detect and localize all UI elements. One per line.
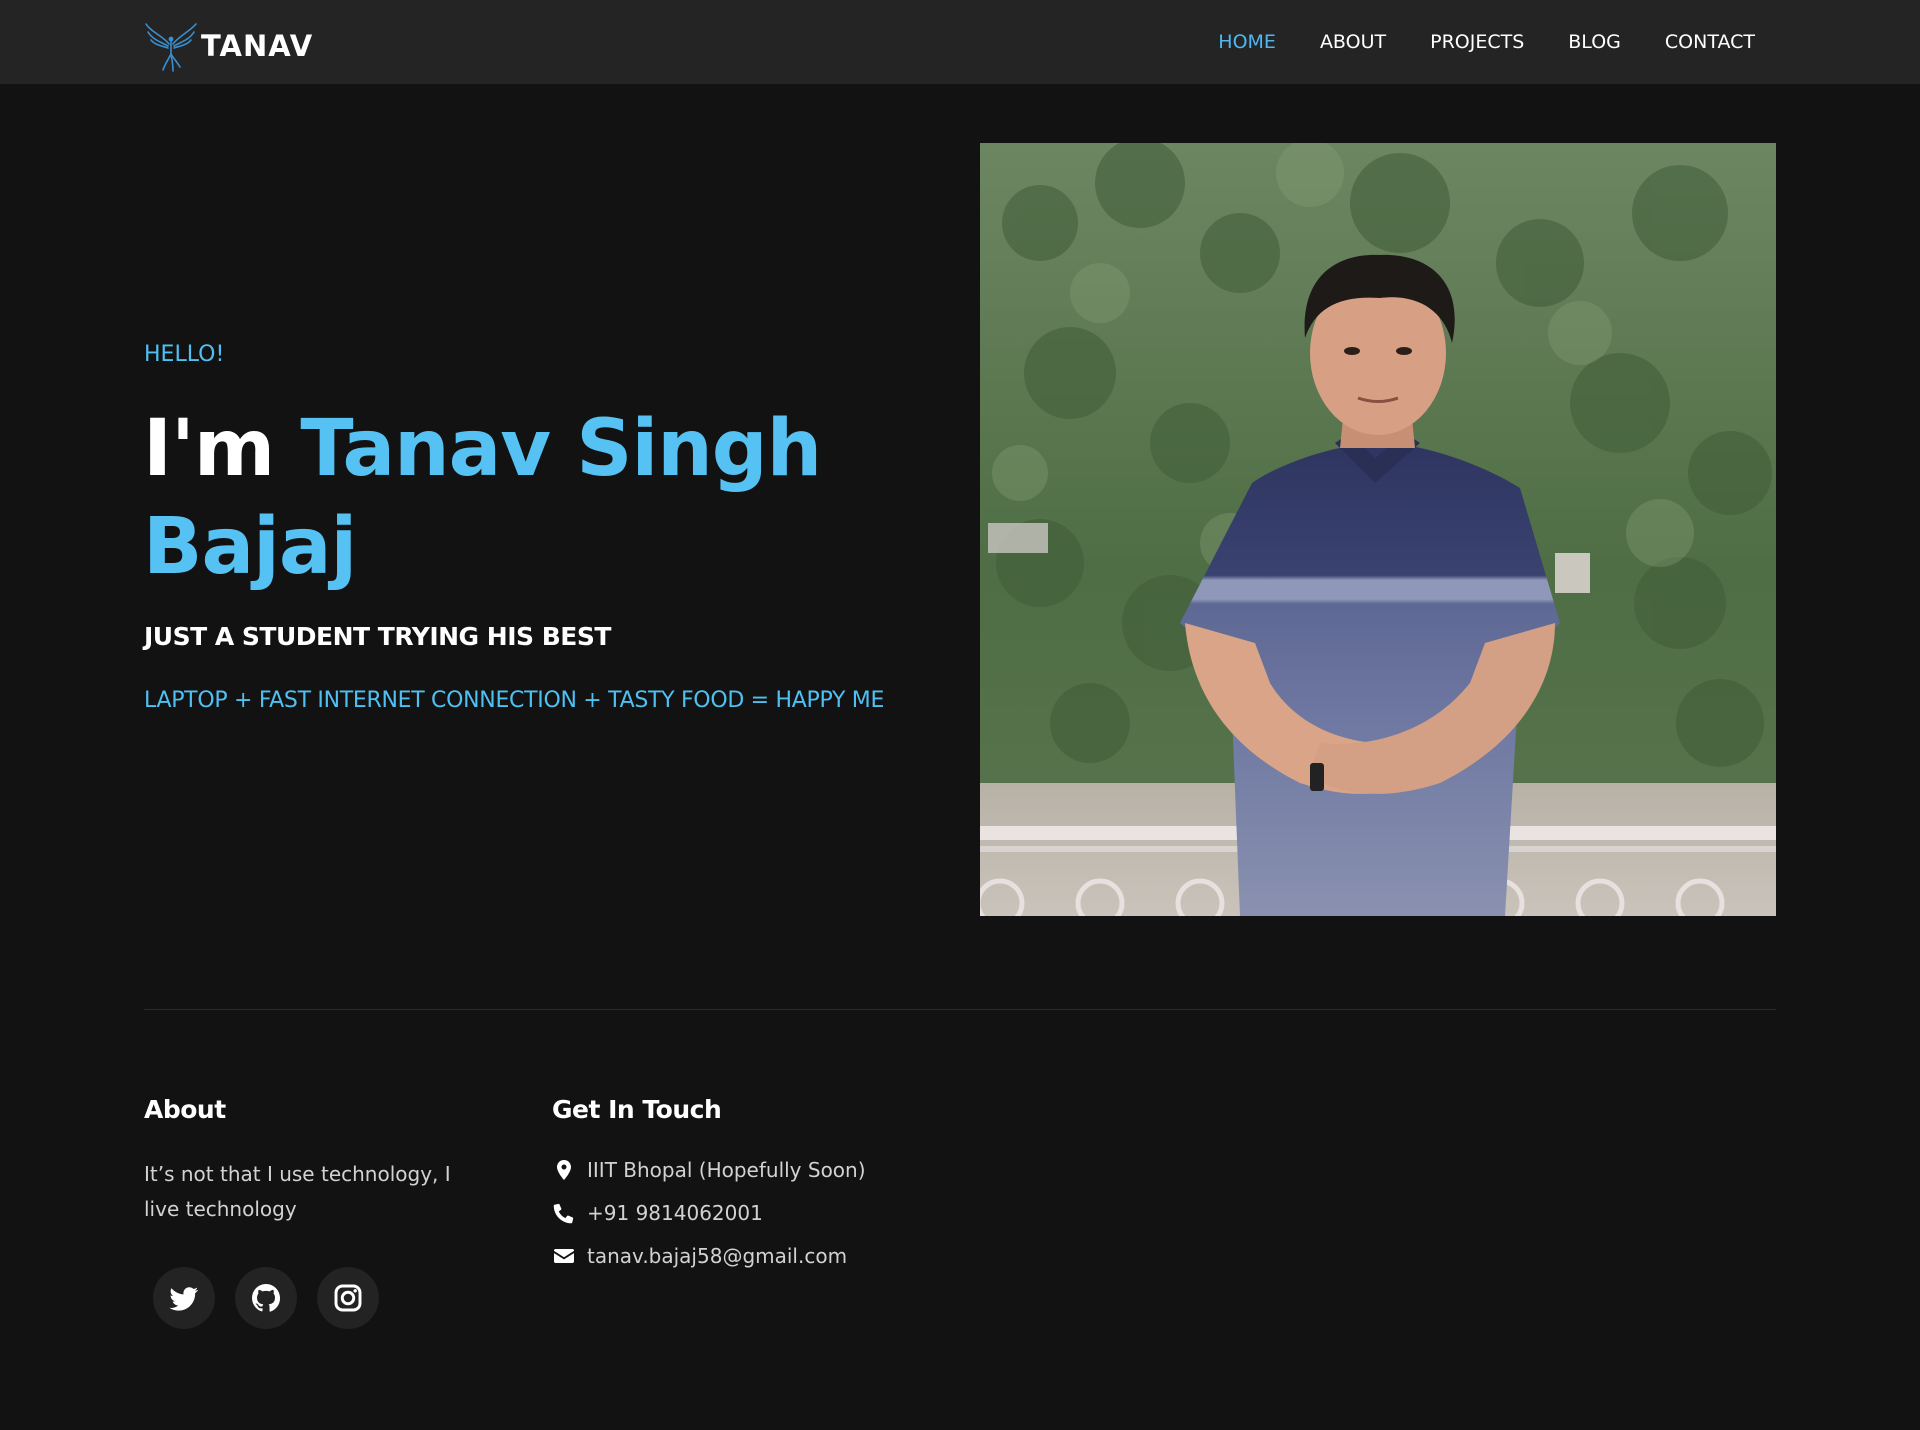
contact-phone-text[interactable]: +91 9814062001 <box>587 1201 763 1225</box>
brand-link[interactable]: TANAV <box>143 20 313 72</box>
nav-home[interactable]: HOME <box>1218 31 1276 53</box>
phoenix-logo-icon <box>143 20 199 72</box>
hero-intro: I'm <box>143 404 301 494</box>
hero-greeting: HELLO! <box>144 342 225 367</box>
map-marker-icon <box>552 1158 587 1182</box>
nav-menu: HOME ABOUT PROJECTS BLOG CONTACT <box>1174 0 1755 84</box>
nav-about[interactable]: ABOUT <box>1320 31 1386 53</box>
hero-tagline: JUST A STUDENT TRYING HIS BEST <box>144 622 611 651</box>
portrait-photo <box>980 143 1776 916</box>
github-button[interactable] <box>235 1267 297 1329</box>
footer-contact-heading: Get In Touch <box>552 1095 722 1124</box>
contact-email: tanav.bajaj58@gmail.com <box>552 1234 866 1277</box>
contact-email-text[interactable]: tanav.bajaj58@gmail.com <box>587 1244 847 1268</box>
contact-address-text: IIIT Bhopal (Hopefully Soon) <box>587 1157 866 1182</box>
twitter-icon <box>168 1282 200 1314</box>
instagram-icon <box>332 1282 364 1314</box>
social-links <box>153 1267 399 1329</box>
nav-projects[interactable]: PROJECTS <box>1430 31 1524 53</box>
section-divider <box>144 1009 1776 1010</box>
github-icon <box>250 1282 282 1314</box>
brand-name: TANAV <box>201 29 314 63</box>
envelope-icon <box>552 1244 587 1268</box>
footer-about-text: It’s not that I use technology, I live t… <box>144 1162 451 1221</box>
hero-title: I'm Tanav Singh Bajaj <box>143 400 863 596</box>
instagram-button[interactable] <box>317 1267 379 1329</box>
hero-equation: LAPTOP + FAST INTERNET CONNECTION + TAST… <box>144 688 885 713</box>
twitter-button[interactable] <box>153 1267 215 1329</box>
nav-blog[interactable]: BLOG <box>1568 31 1621 53</box>
navbar: TANAV HOME ABOUT PROJECTS BLOG CONTACT <box>0 0 1920 84</box>
phone-icon <box>552 1201 587 1225</box>
nav-contact[interactable]: CONTACT <box>1665 31 1755 53</box>
contact-list: IIIT Bhopal (Hopefully Soon) +91 9814062… <box>552 1148 866 1277</box>
contact-address: IIIT Bhopal (Hopefully Soon) <box>552 1148 866 1191</box>
footer-about-heading: About <box>144 1095 226 1124</box>
contact-phone: +91 9814062001 <box>552 1191 866 1234</box>
